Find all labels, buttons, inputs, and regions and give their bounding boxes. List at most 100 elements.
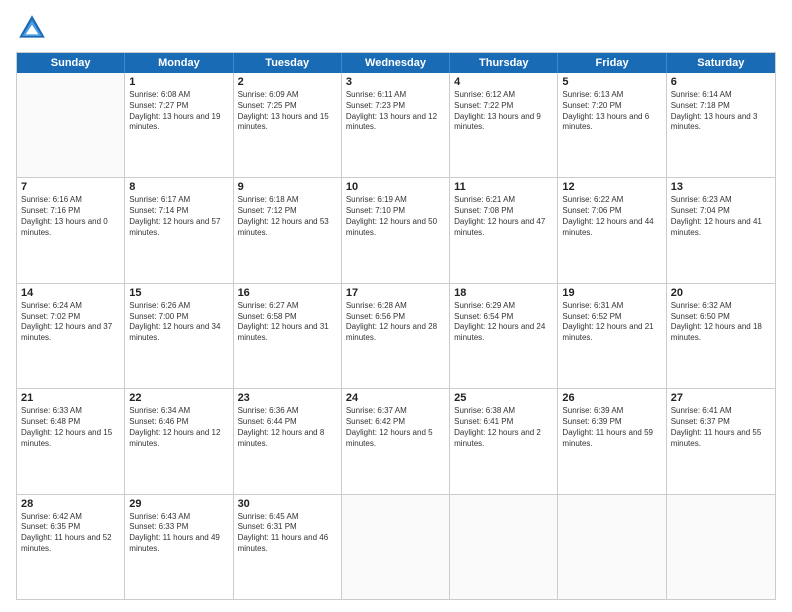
- day-info: Sunrise: 6:19 AMSunset: 7:10 PMDaylight:…: [346, 195, 445, 238]
- day-number: 23: [238, 392, 337, 404]
- cal-cell: 2Sunrise: 6:09 AMSunset: 7:25 PMDaylight…: [234, 73, 342, 177]
- day-number: 4: [454, 76, 553, 88]
- day-number: 22: [129, 392, 228, 404]
- day-info: Sunrise: 6:36 AMSunset: 6:44 PMDaylight:…: [238, 406, 337, 449]
- cal-cell: 3 Sunrise: 6:11 AMSunset: 7:23 PMDaylight…: [342, 73, 450, 177]
- day-info: Sunrise: 6:34 AMSunset: 6:46 PMDaylight:…: [129, 406, 228, 449]
- day-info: Sunrise: 6:11 AMSunset: 7:23 PMDaylight:…: [346, 90, 445, 133]
- cal-cell: 29Sunrise: 6:43 AMSunset: 6:33 PMDayligh…: [125, 495, 233, 599]
- cal-cell: 30 Sunrise: 6:45 AMSunset: 6:31 PMDayligh…: [234, 495, 342, 599]
- cal-week-2: 7 Sunrise: 6:16 AMSunset: 7:16 PMDaylight…: [17, 178, 775, 283]
- cal-cell: [450, 495, 558, 599]
- cal-header-thursday: Thursday: [450, 53, 558, 73]
- day-info: Sunrise: 6:12 AMSunset: 7:22 PMDaylight:…: [454, 90, 553, 133]
- day-number: 13: [671, 181, 771, 193]
- day-info: Sunrise: 6:33 AMSunset: 6:48 PMDaylight:…: [21, 406, 120, 449]
- day-number: 1: [129, 76, 228, 88]
- day-number: 26: [562, 392, 661, 404]
- day-info: Sunrise: 6:45 AMSunset: 6:31 PMDaylight:…: [238, 512, 337, 555]
- cal-cell: 27Sunrise: 6:41 AMSunset: 6:37 PMDayligh…: [667, 389, 775, 493]
- day-number: 10: [346, 181, 445, 193]
- cal-cell: 16 Sunrise: 6:27 AMSunset: 6:58 PMDayligh…: [234, 284, 342, 388]
- page: SundayMondayTuesdayWednesdayThursdayFrid…: [0, 0, 792, 612]
- cal-cell: 10 Sunrise: 6:19 AMSunset: 7:10 PMDayligh…: [342, 178, 450, 282]
- day-info: Sunrise: 6:23 AMSunset: 7:04 PMDaylight:…: [671, 195, 771, 238]
- cal-week-3: 14 Sunrise: 6:24 AMSunset: 7:02 PMDayligh…: [17, 284, 775, 389]
- calendar-header-row: SundayMondayTuesdayWednesdayThursdayFrid…: [17, 53, 775, 73]
- cal-week-5: 28Sunrise: 6:42 AMSunset: 6:35 PMDayligh…: [17, 495, 775, 599]
- cal-cell: 17 Sunrise: 6:28 AMSunset: 6:56 PMDayligh…: [342, 284, 450, 388]
- day-number: 6: [671, 76, 771, 88]
- day-info: Sunrise: 6:32 AMSunset: 6:50 PMDaylight:…: [671, 301, 771, 344]
- day-number: 11: [454, 181, 553, 193]
- day-number: 18: [454, 287, 553, 299]
- day-number: 9: [238, 181, 337, 193]
- cal-cell: 23 Sunrise: 6:36 AMSunset: 6:44 PMDayligh…: [234, 389, 342, 493]
- cal-cell: 1 Sunrise: 6:08 AMSunset: 7:27 PMDaylight…: [125, 73, 233, 177]
- day-info: Sunrise: 6:29 AMSunset: 6:54 PMDaylight:…: [454, 301, 553, 344]
- day-number: 7: [21, 181, 120, 193]
- day-number: 15: [129, 287, 228, 299]
- cal-cell: 5 Sunrise: 6:13 AMSunset: 7:20 PMDaylight…: [558, 73, 666, 177]
- day-number: 30: [238, 498, 337, 510]
- day-number: 8: [129, 181, 228, 193]
- day-number: 19: [562, 287, 661, 299]
- day-info: Sunrise: 6:09 AMSunset: 7:25 PMDaylight:…: [238, 90, 337, 133]
- day-info: Sunrise: 6:16 AMSunset: 7:16 PMDaylight:…: [21, 195, 120, 238]
- cal-cell: 12 Sunrise: 6:22 AMSunset: 7:06 PMDayligh…: [558, 178, 666, 282]
- day-number: 3: [346, 76, 445, 88]
- day-number: 12: [562, 181, 661, 193]
- day-info: Sunrise: 6:39 AMSunset: 6:39 PMDaylight:…: [562, 406, 661, 449]
- cal-cell: 20 Sunrise: 6:32 AMSunset: 6:50 PMDayligh…: [667, 284, 775, 388]
- cal-cell: 13 Sunrise: 6:23 AMSunset: 7:04 PMDayligh…: [667, 178, 775, 282]
- cal-cell: 21 Sunrise: 6:33 AMSunset: 6:48 PMDayligh…: [17, 389, 125, 493]
- day-number: 5: [562, 76, 661, 88]
- cal-cell: 26 Sunrise: 6:39 AMSunset: 6:39 PMDayligh…: [558, 389, 666, 493]
- day-info: Sunrise: 6:22 AMSunset: 7:06 PMDaylight:…: [562, 195, 661, 238]
- cal-week-4: 21 Sunrise: 6:33 AMSunset: 6:48 PMDayligh…: [17, 389, 775, 494]
- day-number: 25: [454, 392, 553, 404]
- day-number: 20: [671, 287, 771, 299]
- day-info: Sunrise: 6:13 AMSunset: 7:20 PMDaylight:…: [562, 90, 661, 133]
- cal-cell: [17, 73, 125, 177]
- cal-cell: 9 Sunrise: 6:18 AMSunset: 7:12 PMDaylight…: [234, 178, 342, 282]
- cal-header-monday: Monday: [125, 53, 233, 73]
- cal-cell: 15Sunrise: 6:26 AMSunset: 7:00 PMDayligh…: [125, 284, 233, 388]
- day-number: 21: [21, 392, 120, 404]
- cal-cell: [667, 495, 775, 599]
- cal-header-tuesday: Tuesday: [234, 53, 342, 73]
- logo: [16, 12, 52, 44]
- day-info: Sunrise: 6:38 AMSunset: 6:41 PMDaylight:…: [454, 406, 553, 449]
- calendar-body: 1 Sunrise: 6:08 AMSunset: 7:27 PMDaylight…: [17, 73, 775, 599]
- cal-cell: 18 Sunrise: 6:29 AMSunset: 6:54 PMDayligh…: [450, 284, 558, 388]
- day-info: Sunrise: 6:18 AMSunset: 7:12 PMDaylight:…: [238, 195, 337, 238]
- day-number: 14: [21, 287, 120, 299]
- day-info: Sunrise: 6:31 AMSunset: 6:52 PMDaylight:…: [562, 301, 661, 344]
- day-number: 27: [671, 392, 771, 404]
- day-info: Sunrise: 6:37 AMSunset: 6:42 PMDaylight:…: [346, 406, 445, 449]
- day-number: 16: [238, 287, 337, 299]
- cal-week-1: 1 Sunrise: 6:08 AMSunset: 7:27 PMDaylight…: [17, 73, 775, 178]
- calendar: SundayMondayTuesdayWednesdayThursdayFrid…: [16, 52, 776, 600]
- cal-cell: 19 Sunrise: 6:31 AMSunset: 6:52 PMDayligh…: [558, 284, 666, 388]
- day-info: Sunrise: 6:08 AMSunset: 7:27 PMDaylight:…: [129, 90, 228, 133]
- day-info: Sunrise: 6:24 AMSunset: 7:02 PMDaylight:…: [21, 301, 120, 344]
- cal-cell: 7 Sunrise: 6:16 AMSunset: 7:16 PMDaylight…: [17, 178, 125, 282]
- day-info: Sunrise: 6:28 AMSunset: 6:56 PMDaylight:…: [346, 301, 445, 344]
- cal-cell: 25 Sunrise: 6:38 AMSunset: 6:41 PMDayligh…: [450, 389, 558, 493]
- cal-cell: 4 Sunrise: 6:12 AMSunset: 7:22 PMDaylight…: [450, 73, 558, 177]
- day-info: Sunrise: 6:27 AMSunset: 6:58 PMDaylight:…: [238, 301, 337, 344]
- header: [16, 12, 776, 44]
- day-number: 17: [346, 287, 445, 299]
- cal-cell: 22 Sunrise: 6:34 AMSunset: 6:46 PMDayligh…: [125, 389, 233, 493]
- cal-header-friday: Friday: [558, 53, 666, 73]
- cal-cell: 28Sunrise: 6:42 AMSunset: 6:35 PMDayligh…: [17, 495, 125, 599]
- day-info: Sunrise: 6:17 AMSunset: 7:14 PMDaylight:…: [129, 195, 228, 238]
- day-number: 29: [129, 498, 228, 510]
- day-number: 28: [21, 498, 120, 510]
- cal-cell: 8 Sunrise: 6:17 AMSunset: 7:14 PMDaylight…: [125, 178, 233, 282]
- cal-cell: [558, 495, 666, 599]
- day-info: Sunrise: 6:14 AMSunset: 7:18 PMDaylight:…: [671, 90, 771, 133]
- cal-cell: 6 Sunrise: 6:14 AMSunset: 7:18 PMDaylight…: [667, 73, 775, 177]
- cal-header-saturday: Saturday: [667, 53, 775, 73]
